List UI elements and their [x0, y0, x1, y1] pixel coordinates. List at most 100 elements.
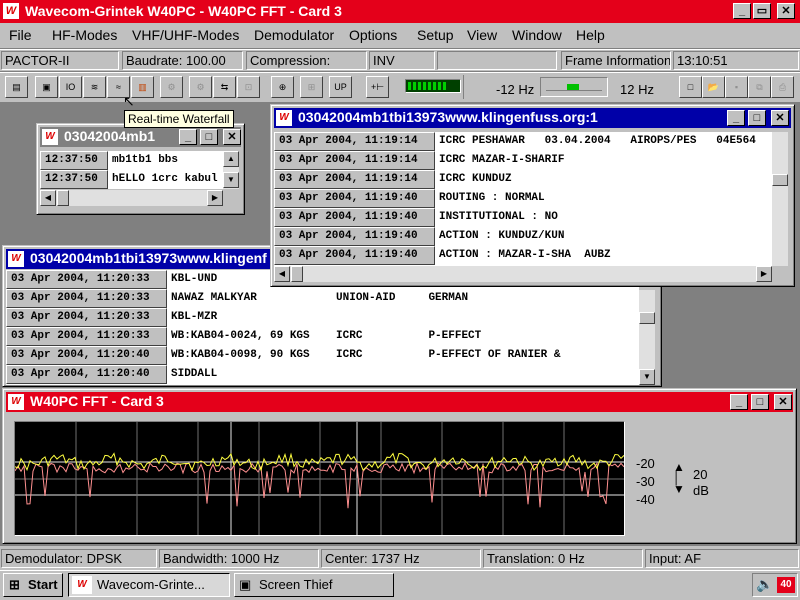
- tooltip: Real-time Waterfall: [124, 110, 234, 128]
- scroll-down-icon[interactable]: ▼: [639, 369, 655, 385]
- wavecom-logo-icon: W: [72, 576, 92, 594]
- menu-options[interactable]: Options: [349, 27, 397, 43]
- left-vertical-scrollbar[interactable]: ▼: [639, 290, 655, 385]
- table-icon[interactable]: ▤: [5, 76, 28, 98]
- menu-file[interactable]: File: [9, 27, 32, 43]
- small-message-list: 12:37:50 mb1tb1 bbs 12:37:50 hELLO 1crc ka…: [40, 151, 223, 189]
- tool-icon-3[interactable]: ⇆: [213, 76, 236, 98]
- right-vertical-scrollbar[interactable]: [772, 132, 788, 266]
- target-icon[interactable]: ⊕: [271, 76, 294, 98]
- row-text: ICRC KUNDUZ: [439, 173, 512, 185]
- start-button[interactable]: ⊞ Start: [3, 573, 63, 597]
- left-message-list: 03 Apr 2004, 11:20:33 KBL-UND 03 Apr 2004…: [6, 270, 639, 385]
- fft-display: [14, 421, 625, 536]
- restore-button[interactable]: ▭: [753, 3, 771, 19]
- copy-icon[interactable]: ⧉: [748, 76, 771, 98]
- scale-label: -40: [636, 492, 655, 507]
- tool-icon-2[interactable]: ⚙: [189, 76, 212, 98]
- menu-setup[interactable]: Setup: [417, 27, 454, 43]
- scale-label: -20: [636, 456, 655, 471]
- small-vertical-scrollbar[interactable]: ▲ ▼: [223, 151, 239, 189]
- scroll-thumb[interactable]: [639, 312, 655, 324]
- display-icon[interactable]: ▣: [35, 76, 58, 98]
- scroll-up-icon[interactable]: ▲: [223, 151, 239, 167]
- left-window-title-bar[interactable]: W 03042004mb1tbi13973www.klingenf: [6, 249, 270, 269]
- blank-field: [437, 51, 557, 70]
- small-window-title-bar[interactable]: W 03042004mb1 _ □ ✕: [40, 127, 241, 147]
- close-button[interactable]: ✕: [223, 129, 241, 145]
- right-horizontal-scrollbar[interactable]: ◀ ▶: [274, 266, 772, 282]
- menu-view[interactable]: View: [467, 27, 497, 43]
- row-text: SIDDALL: [171, 368, 218, 380]
- demodulator-status: Demodulator: DPSK: [1, 549, 157, 568]
- menu-window[interactable]: Window: [512, 27, 562, 43]
- small-horizontal-scrollbar[interactable]: ◀ ▶: [40, 190, 223, 206]
- message-window-right[interactable]: W 03042004mb1tbi13973www.klingenfuss.org…: [270, 104, 795, 287]
- window-logo-icon: W: [276, 110, 292, 126]
- scroll-right-icon[interactable]: ▶: [756, 266, 772, 282]
- menu-hf-modes[interactable]: HF-Modes: [52, 27, 117, 43]
- row-timestamp: 03 Apr 2004, 11:19:14: [274, 132, 435, 151]
- tune-icon[interactable]: +⊢: [366, 76, 389, 98]
- scroll-thumb[interactable]: [291, 266, 303, 282]
- task-wavecom[interactable]: W Wavecom-Grinte...: [68, 573, 230, 597]
- tool-icon-5[interactable]: ⊞: [300, 76, 323, 98]
- row-text: hELLO 1crc kabul: [112, 173, 218, 185]
- scroll-thumb[interactable]: [57, 190, 69, 206]
- row-timestamp: 03 Apr 2004, 11:20:33: [6, 289, 167, 308]
- compression-field: Compression:: [246, 51, 367, 70]
- print-icon[interactable]: ⎙: [771, 76, 794, 98]
- translation-status: Translation: 0 Hz: [483, 549, 643, 568]
- close-button[interactable]: ✕: [777, 3, 795, 19]
- close-button[interactable]: ✕: [774, 394, 792, 410]
- save-icon[interactable]: ▪: [725, 76, 748, 98]
- start-label: Start: [28, 577, 58, 592]
- fft-window-title-bar[interactable]: W W40PC FFT - Card 3 _ □ ✕: [6, 392, 793, 412]
- right-window-title-bar[interactable]: W 03042004mb1tbi13973www.klingenfuss.org…: [274, 108, 791, 128]
- right-window-title: 03042004mb1tbi13973www.klingenfuss.org:1: [298, 109, 598, 125]
- row-text: WB:KAB04-0024, 69 KGS ICRC P-EFFECT: [171, 330, 482, 342]
- row-text: NAWAZ MALKYAR UNION-AID GERMAN: [171, 292, 469, 304]
- row-timestamp: 03 Apr 2004, 11:19:14: [274, 151, 435, 170]
- menu-demodulator[interactable]: Demodulator: [254, 27, 334, 43]
- fft-spectrum: [15, 422, 624, 535]
- io-icon[interactable]: IO: [59, 76, 82, 98]
- minimize-button[interactable]: _: [730, 394, 748, 410]
- maximize-button[interactable]: □: [751, 394, 769, 410]
- menu-help[interactable]: Help: [576, 27, 605, 43]
- speaker-icon[interactable]: 🔈: [756, 576, 773, 593]
- row-timestamp: 03 Apr 2004, 11:20:33: [6, 308, 167, 327]
- tray-app-icon[interactable]: 40: [777, 577, 795, 593]
- new-icon[interactable]: □: [679, 76, 702, 98]
- open-icon[interactable]: 📂: [702, 76, 725, 98]
- scroll-right-icon[interactable]: ▶: [207, 190, 223, 206]
- row-timestamp: 03 Apr 2004, 11:20:33: [6, 270, 167, 289]
- maximize-button[interactable]: □: [200, 129, 218, 145]
- close-button[interactable]: ✕: [771, 110, 789, 126]
- task-screen-thief[interactable]: ▣ Screen Thief: [234, 573, 394, 597]
- scroll-left-icon[interactable]: ◀: [40, 190, 56, 206]
- mode-field: PACTOR-II: [1, 51, 119, 70]
- scroll-down-icon[interactable]: ▼: [223, 172, 239, 188]
- minimize-button[interactable]: _: [179, 129, 197, 145]
- input-status: Input: AF: [645, 549, 799, 568]
- menu-vhf-uhf-modes[interactable]: VHF/UHF-Modes: [132, 27, 239, 43]
- minimize-button[interactable]: _: [733, 3, 751, 19]
- row-timestamp: 03 Apr 2004, 11:19:40: [274, 246, 435, 265]
- baudrate-field: Baudrate: 100.00: [122, 51, 243, 70]
- minimize-button[interactable]: _: [727, 110, 745, 126]
- small-message-window[interactable]: W 03042004mb1 _ □ ✕ 12:37:50 mb1tb1 bbs 1…: [36, 123, 245, 215]
- level-meter: [405, 79, 461, 93]
- tool-icon-4[interactable]: ⊡: [237, 76, 260, 98]
- scroll-thumb[interactable]: [772, 174, 788, 186]
- maximize-button[interactable]: □: [748, 110, 766, 126]
- row-text: ICRC MAZAR-I-SHARIF: [439, 154, 565, 166]
- upd-icon[interactable]: UP: [329, 76, 352, 98]
- scroll-left-icon[interactable]: ◀: [274, 266, 290, 282]
- tool-icon-1[interactable]: ⚙: [160, 76, 183, 98]
- menu-bar: File HF-Modes VHF/UHF-Modes Demodulator …: [0, 23, 800, 48]
- fft-window-title: W40PC FFT - Card 3: [30, 393, 164, 409]
- task-label: Screen Thief: [259, 577, 333, 592]
- signal-icon[interactable]: ≋: [83, 76, 106, 98]
- offset-left-label: -12 Hz: [496, 82, 535, 97]
